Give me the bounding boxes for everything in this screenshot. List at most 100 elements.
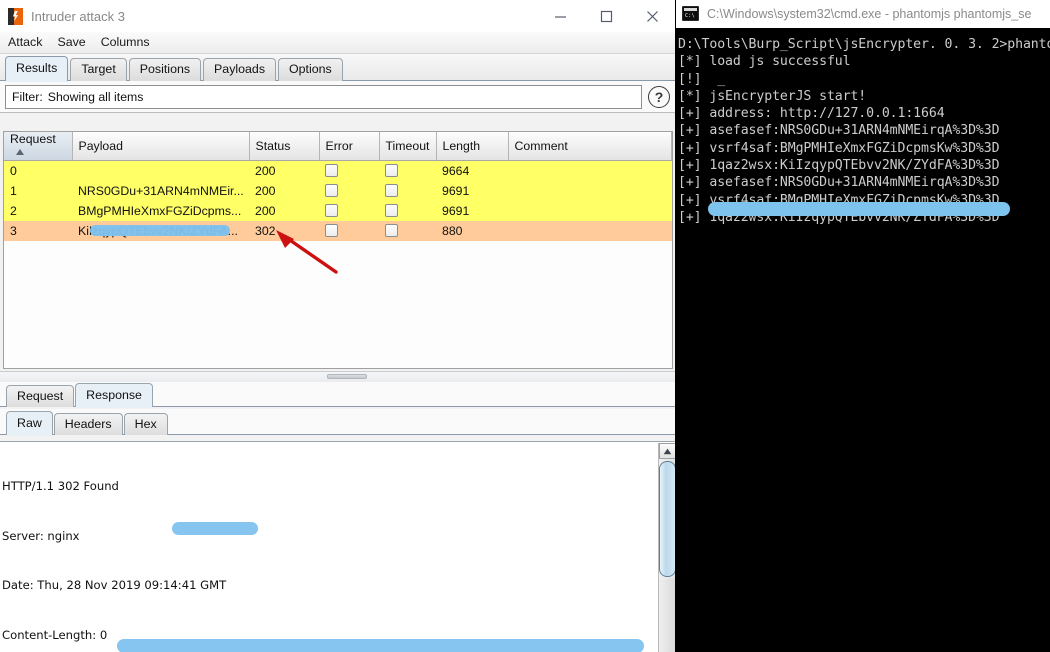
origin-redaction-overlay [172,522,258,535]
console-line: [*] load js successful [678,54,851,70]
cell-error [319,200,379,221]
console-line: [+] asefasef:NRS0GDu+31ARN4mNMEirqA%3D%3… [678,123,1000,139]
screen: C:\ C:\Windows\system32\cmd.exe - phanto… [0,0,1050,652]
burp-intruder-window: Intruder attack 3 Attack Save Columns Re… [0,0,676,652]
cell-error [319,220,379,241]
console-line: [!] _ [678,71,726,87]
minimize-icon[interactable] [537,0,583,32]
tgc-redaction-overlay [117,639,644,652]
error-checkbox[interactable] [325,223,338,237]
console-line: [+] address: http://127.0.0.1:1664 [678,106,945,122]
timeout-checkbox[interactable] [385,203,398,217]
filter-value: Showing all items [47,89,144,104]
scrollbar-track[interactable] [659,579,675,652]
cell-length: 9691 [436,180,508,201]
menu-bar: Attack Save Columns [0,32,675,54]
response-raw-text: HTTP/1.1 302 Found Server: nginx Date: T… [0,445,656,652]
cell-status: 200 [249,160,319,181]
tab-options[interactable]: Options [278,58,343,81]
cell-request: 0 [4,160,72,181]
window-title: Intruder attack 3 [31,8,125,24]
cell-timeout [379,180,436,201]
console-line: [*] jsEncrypterJS start! [678,88,867,104]
console-titlebar[interactable]: C:\ C:\Windows\system32\cmd.exe - phanto… [676,0,1050,28]
cell-request: 2 [4,200,72,221]
column-header-status[interactable]: Status [249,132,320,161]
tab-raw[interactable]: Raw [6,411,53,435]
close-icon[interactable] [629,0,675,32]
table-row[interactable]: 3 KiIzqypQTEbvv2NK/ZYdFA... 302 880 [4,220,672,241]
cell-error [319,160,379,181]
tab-request[interactable]: Request [6,385,75,407]
table-row[interactable]: 1 NRS0GDu+31ARN4mNMEir... 200 9691 [4,180,672,201]
view-tabs: Raw Headers Hex [0,409,675,435]
column-label: Request [10,132,56,146]
cell-request: 1 [4,180,72,201]
console-line: [+] 1qaz2wsx:KiIzqypQTEbvv2NK/ZYdFA%3D%3… [678,158,1000,174]
tab-headers[interactable]: Headers [53,413,123,435]
error-checkbox[interactable] [325,203,338,217]
timeout-checkbox[interactable] [385,163,398,177]
results-table-container[interactable]: Request Payload Status Error Timeout Len… [3,131,673,369]
menu-item-columns[interactable]: Columns [100,34,157,51]
console-output[interactable]: D:\Tools\Burp_Script\jsEncrypter. 0. 3. … [676,28,1050,652]
menu-item-attack[interactable]: Attack [7,34,49,51]
column-header-timeout[interactable]: Timeout [379,132,437,161]
burp-titlebar[interactable]: Intruder attack 3 [0,0,675,32]
cell-comment[interactable] [508,160,672,181]
cell-length: 9664 [436,160,508,181]
timeout-checkbox[interactable] [385,183,398,197]
window-controls [537,0,675,32]
filter-label: Filter: [12,89,43,104]
response-scrollbar[interactable] [658,443,675,652]
cell-timeout [379,160,436,181]
tab-results[interactable]: Results [5,56,69,81]
main-tabs: Results Target Positions Payloads Option… [0,54,675,81]
filter-input[interactable]: Filter: Showing all items [5,84,642,109]
cell-status: 302 [249,220,319,241]
response-line: Date: Thu, 28 Nov 2019 09:14:41 GMT [2,578,227,592]
maximize-icon[interactable] [583,0,629,32]
payload-redaction-overlay [90,224,230,236]
error-checkbox[interactable] [325,183,338,197]
table-header-row: Request Payload Status Error Timeout Len… [4,132,672,161]
tab-response[interactable]: Response [75,383,153,407]
message-tabs: Request Response [0,382,675,407]
cell-status: 200 [249,180,319,201]
cell-payload: BMgPMHIeXmxFGZiDcpms... [72,200,249,221]
cell-payload: NRS0GDu+31ARN4mNMEir... [72,180,249,201]
menu-item-save[interactable]: Save [56,34,92,51]
question-mark-icon[interactable]: ? [648,85,670,108]
scroll-up-icon[interactable] [659,443,675,459]
timeout-checkbox[interactable] [385,223,398,237]
cell-timeout [379,220,436,241]
console-redaction-overlay [708,202,1010,216]
cell-request: 3 [4,220,72,241]
error-checkbox[interactable] [325,163,338,177]
tab-positions[interactable]: Positions [128,58,202,81]
sort-ascending-icon [16,149,24,155]
column-header-length[interactable]: Length [436,132,509,161]
cell-timeout [379,200,436,221]
tab-payloads[interactable]: Payloads [203,58,277,81]
table-row[interactable]: 2 BMgPMHIeXmxFGZiDcpms... 200 9691 [4,200,672,221]
cell-payload: KiIzqypQTEbvv2NK/ZYdFA... [72,220,249,241]
cmd-icon: C:\ [682,6,699,21]
column-header-comment[interactable]: Comment [508,132,672,161]
scrollbar-thumb[interactable] [659,461,675,577]
tab-hex[interactable]: Hex [123,413,168,435]
tab-target[interactable]: Target [70,58,127,81]
cell-comment[interactable] [508,200,672,221]
response-viewer[interactable]: HTTP/1.1 302 Found Server: nginx Date: T… [0,441,675,652]
cell-comment[interactable] [508,220,672,241]
console-line: D:\Tools\Burp_Script\jsEncrypter. 0. 3. … [678,37,1050,52]
cell-comment[interactable] [508,180,672,201]
cell-length: 9691 [436,200,508,221]
cell-payload [72,160,249,181]
column-header-request[interactable]: Request [4,132,73,161]
column-header-payload[interactable]: Payload [72,132,250,161]
table-row[interactable]: 0 200 9664 [4,160,672,181]
splitter-grip[interactable] [327,374,367,379]
burp-suite-icon [8,7,23,25]
column-header-error[interactable]: Error [319,132,380,161]
